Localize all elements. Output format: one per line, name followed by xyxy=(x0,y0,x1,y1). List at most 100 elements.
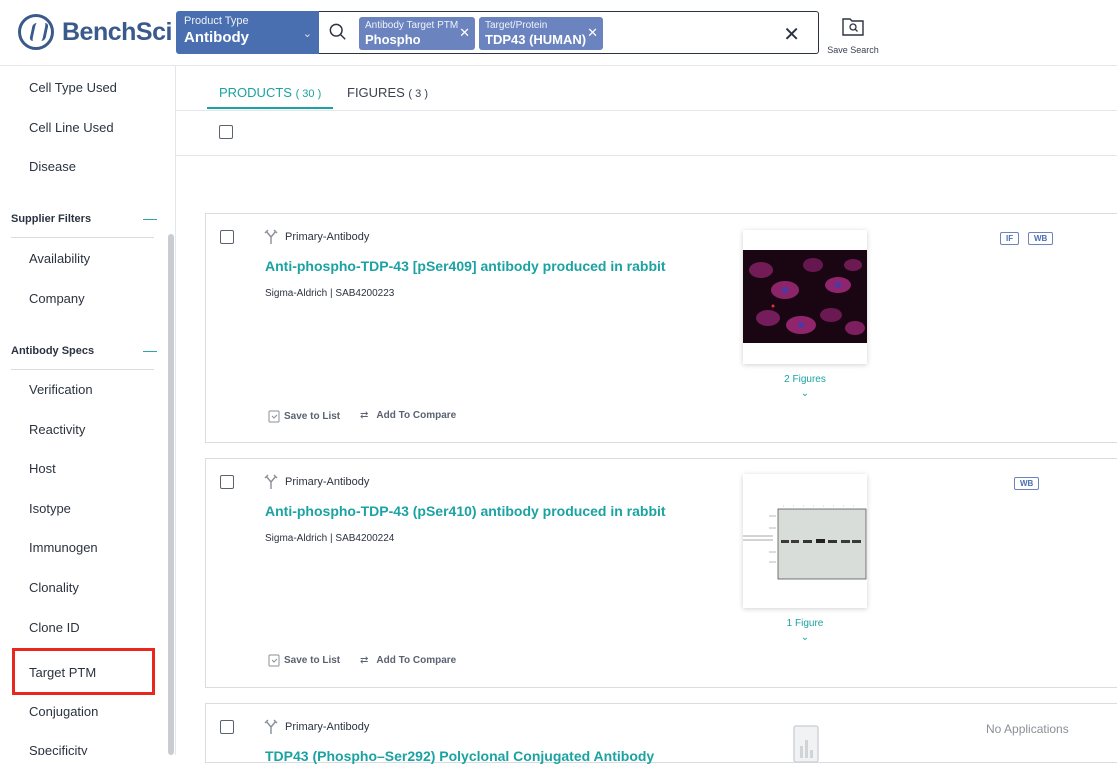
chip-value: TDP43 (HUMAN) xyxy=(485,32,587,47)
application-badge: WB xyxy=(1028,232,1054,245)
divider xyxy=(11,369,154,370)
result-title-link[interactable]: Anti-phospho-TDP-43 (pSer410) antibody p… xyxy=(265,503,666,519)
collapse-icon[interactable]: — xyxy=(143,342,157,358)
chevron-down-icon[interactable]: ⌄ xyxy=(743,388,867,399)
folder-search-icon xyxy=(842,18,864,36)
clear-search-icon[interactable]: ✕ xyxy=(783,22,800,47)
figure-thumbnail[interactable] xyxy=(743,474,867,608)
sidebar-item-cell-type-used[interactable]: Cell Type Used xyxy=(29,80,117,95)
product-type-value: Antibody xyxy=(184,29,249,46)
search-box[interactable]: Antibody Target PTM Phospho ✕ Target/Pro… xyxy=(319,11,819,54)
antibody-icon xyxy=(264,719,278,734)
benchsci-logo[interactable]: BenchSci xyxy=(18,14,172,50)
filter-chip-target[interactable]: Target/Protein TDP43 (HUMAN) ✕ xyxy=(479,17,603,50)
immunofluorescence-image xyxy=(743,250,867,343)
chevron-down-icon: ⌄ xyxy=(302,28,312,40)
top-bar: BenchSci Product Type Antibody ⌄ Antibod… xyxy=(0,0,1117,66)
save-search-button[interactable]: Save Search xyxy=(826,15,880,55)
compare-icon: ⇄ xyxy=(360,655,369,666)
sidebar-item-cell-line-used[interactable]: Cell Line Used xyxy=(29,120,114,135)
sidebar-item-conjugation[interactable]: Conjugation xyxy=(29,704,98,719)
filter-sidebar: Cell Type Used Cell Line Used Disease Su… xyxy=(0,66,176,755)
highlight-box xyxy=(12,648,155,695)
select-all-checkbox[interactable] xyxy=(219,125,233,139)
collapse-icon[interactable]: — xyxy=(143,210,157,226)
tab-count: ( 3 ) xyxy=(408,88,428,100)
figures-link[interactable]: 1 Figure xyxy=(743,618,867,629)
tab-count: ( 30 ) xyxy=(295,88,322,100)
add-to-compare-label: Add To Compare xyxy=(376,410,457,421)
logo-icon xyxy=(18,14,54,50)
save-to-list-button[interactable]: Save to List xyxy=(268,654,340,667)
select-all-row xyxy=(176,111,1117,156)
close-icon[interactable]: ✕ xyxy=(459,25,470,41)
filter-chip-ptm[interactable]: Antibody Target PTM Phospho ✕ xyxy=(359,17,475,50)
supplier-filters-heading: Supplier Filters xyxy=(11,213,92,225)
product-type-row: Primary-Antibody xyxy=(264,229,369,244)
chip-value: Phospho xyxy=(365,32,421,47)
sidebar-item-isotype[interactable]: Isotype xyxy=(29,501,71,516)
sidebar-item-host[interactable]: Host xyxy=(29,461,56,476)
logo-text: BenchSci xyxy=(62,17,172,46)
tab-label: FIGURES xyxy=(347,85,405,100)
save-list-icon xyxy=(268,410,280,423)
compare-icon: ⇄ xyxy=(360,410,369,421)
add-to-compare-button[interactable]: ⇄ Add To Compare xyxy=(360,655,456,666)
save-search-label: Save Search xyxy=(827,45,879,55)
antibody-icon xyxy=(264,229,278,244)
chip-label: Antibody Target PTM xyxy=(365,20,459,31)
result-title-link[interactable]: TDP43 (Phospho–Ser292) Polyclonal Conjug… xyxy=(265,748,654,764)
save-to-list-label: Save to List xyxy=(284,411,341,422)
product-type-dropdown[interactable]: Product Type Antibody ⌄ xyxy=(176,11,320,54)
result-checkbox[interactable] xyxy=(220,720,234,734)
application-badge: IF xyxy=(1000,232,1020,245)
save-to-list-button[interactable]: Save to List xyxy=(268,410,340,423)
figure-thumbnail[interactable] xyxy=(743,230,867,364)
sidebar-scrollbar[interactable] xyxy=(168,234,174,755)
sidebar-item-clone-id[interactable]: Clone ID xyxy=(29,620,80,635)
tab-figures[interactable]: FIGURES ( 3 ) xyxy=(347,85,428,100)
result-card: Primary-Antibody Anti-phospho-TDP-43 [pS… xyxy=(205,213,1117,443)
search-icon xyxy=(329,23,346,40)
no-applications-text: No Applications xyxy=(986,722,1069,736)
sidebar-item-specificity[interactable]: Specificity xyxy=(29,743,88,755)
sidebar-item-availability[interactable]: Availability xyxy=(29,251,90,266)
sidebar-item-reactivity[interactable]: Reactivity xyxy=(29,422,85,437)
product-type-row: Primary-Antibody xyxy=(264,474,369,489)
result-title-link[interactable]: Anti-phospho-TDP-43 [pSer409] antibody p… xyxy=(265,258,666,274)
add-to-compare-label: Add To Compare xyxy=(376,655,457,666)
product-type-label: Product Type xyxy=(184,15,249,27)
results-area: PRODUCTS ( 30 ) FIGURES ( 3 ) Primary-An… xyxy=(176,66,1117,764)
chip-label: Target/Protein xyxy=(485,20,548,31)
supplier-text: Sigma-Aldrich | SAB4200223 xyxy=(265,288,395,299)
tab-label: PRODUCTS xyxy=(219,85,292,100)
product-type-text: Primary-Antibody xyxy=(285,720,370,733)
save-to-list-label: Save to List xyxy=(284,655,341,666)
sidebar-item-clonality[interactable]: Clonality xyxy=(29,580,79,595)
result-checkbox[interactable] xyxy=(220,475,234,489)
results-tabs: PRODUCTS ( 30 ) FIGURES ( 3 ) xyxy=(176,66,1117,111)
sidebar-item-immunogen[interactable]: Immunogen xyxy=(29,540,98,555)
result-card: Primary-Antibody Anti-phospho-TDP-43 (pS… xyxy=(205,458,1117,688)
western-blot-image xyxy=(743,474,867,608)
active-tab-indicator xyxy=(207,107,333,109)
close-icon[interactable]: ✕ xyxy=(587,25,598,41)
divider xyxy=(11,237,154,238)
tab-products[interactable]: PRODUCTS ( 30 ) xyxy=(219,85,321,100)
result-checkbox[interactable] xyxy=(220,230,234,244)
save-list-icon xyxy=(268,654,280,667)
chevron-down-icon[interactable]: ⌄ xyxy=(743,632,867,643)
document-placeholder-icon xyxy=(793,725,819,763)
antibody-specs-heading: Antibody Specs xyxy=(11,345,95,357)
sidebar-item-verification[interactable]: Verification xyxy=(29,382,93,397)
supplier-text: Sigma-Aldrich | SAB4200224 xyxy=(265,533,395,544)
figures-link[interactable]: 2 Figures xyxy=(743,374,867,385)
sidebar-item-disease[interactable]: Disease xyxy=(29,159,76,174)
sidebar-item-company[interactable]: Company xyxy=(29,291,85,306)
add-to-compare-button[interactable]: ⇄ Add To Compare xyxy=(360,410,456,421)
result-card: Primary-Antibody TDP43 (Phospho–Ser292) … xyxy=(205,703,1117,764)
product-type-text: Primary-Antibody xyxy=(285,230,370,243)
antibody-icon xyxy=(264,474,278,489)
application-badge: WB xyxy=(1014,477,1040,490)
product-type-text: Primary-Antibody xyxy=(285,475,370,488)
